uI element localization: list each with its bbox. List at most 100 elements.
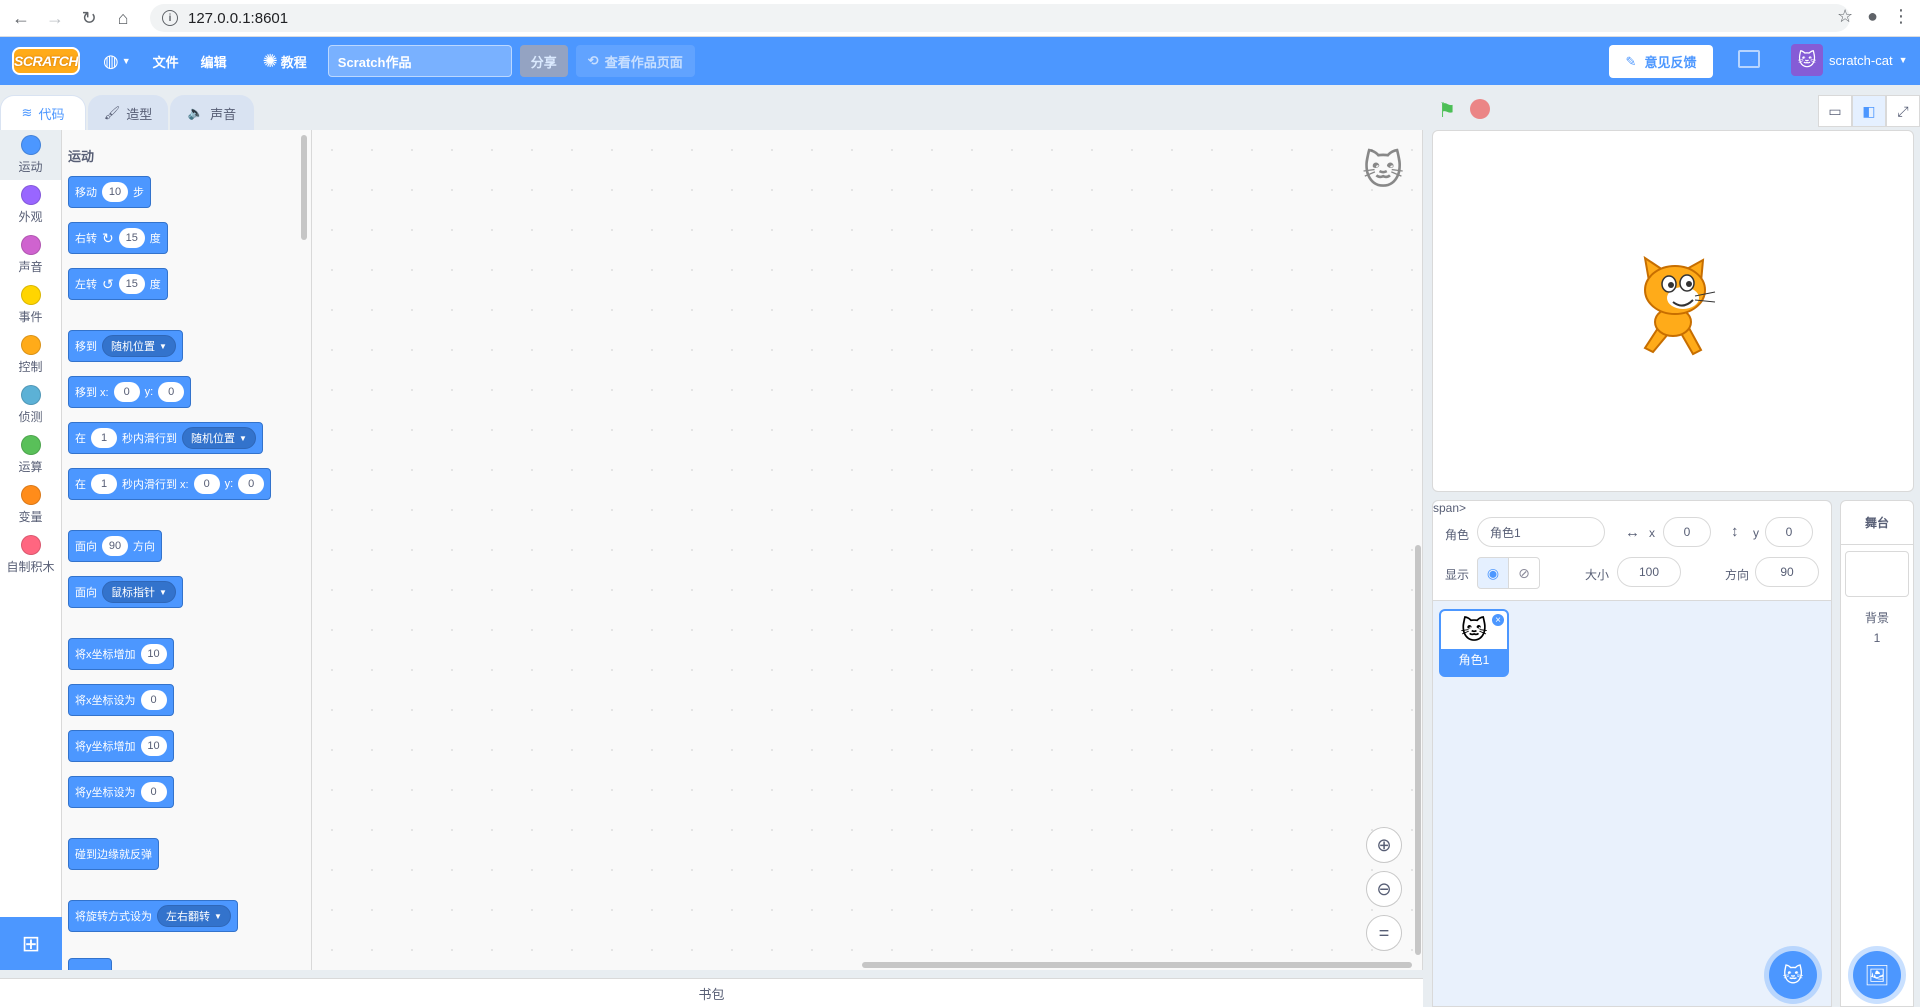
x-input[interactable]: 0 [193, 474, 220, 494]
fullscreen-button[interactable]: ⤢ [1886, 95, 1920, 127]
rotation-style-dropdown[interactable]: 左右翻转 ▼ [157, 905, 231, 927]
add-extension-button[interactable]: ⊞ [0, 917, 62, 970]
large-stage-button[interactable]: ◧ [1852, 95, 1886, 127]
y-input[interactable]: 0 [238, 474, 265, 494]
block-move-steps[interactable]: 移动 10 步 [68, 176, 151, 208]
script-workspace[interactable]: 🐱 ⊕ ⊖ = [312, 130, 1423, 970]
block-point-direction[interactable]: 面向 90 方向 [68, 530, 162, 562]
category-events[interactable]: 事件 [0, 280, 61, 330]
palette-scrollbar[interactable] [301, 135, 307, 240]
category-my-blocks[interactable]: 自制积木 [0, 530, 61, 580]
zoom-in-button[interactable]: ⊕ [1366, 827, 1402, 863]
workspace-horizontal-scrollbar[interactable] [862, 962, 1412, 968]
zoom-out-button[interactable]: ⊖ [1366, 871, 1402, 907]
category-looks[interactable]: 外观 [0, 180, 61, 230]
forward-arrow-icon[interactable]: → [42, 5, 68, 31]
block-set-y[interactable]: 将y坐标设为 0 [68, 776, 174, 808]
account-icon[interactable]: ● [1867, 6, 1878, 27]
number-input[interactable]: 0 [140, 782, 167, 802]
y-position-input[interactable]: 0 [1765, 517, 1813, 547]
project-title-input[interactable]: Scratch作品 [327, 45, 512, 77]
block-turn-left[interactable]: 左转 ↺ 15 度 [68, 268, 168, 300]
backpack-header[interactable]: 书包 [0, 978, 1423, 1007]
eye-slash-icon: ⊘ [1518, 564, 1530, 581]
account-menu[interactable]: 🐱 scratch-cat ▼ [1791, 44, 1908, 76]
category-variables[interactable]: 变量 [0, 480, 61, 530]
block-turn-right[interactable]: 右转 ↻ 15 度 [68, 222, 168, 254]
reload-icon[interactable]: ↻ [76, 5, 102, 31]
target-dropdown[interactable]: 随机位置 ▼ [102, 335, 176, 357]
sprite-name-input[interactable]: 角色1 [1477, 517, 1605, 547]
block-point-towards[interactable]: 面向 鼠标指针 ▼ [68, 576, 183, 608]
feedback-button[interactable]: ✎ 意见反馈 [1609, 45, 1713, 78]
block-glide[interactable]: 在 1 秒内滑行到 随机位置 ▼ [68, 422, 263, 454]
stage-target-pane[interactable]: 舞台 背景 1 🖼 [1840, 500, 1914, 1007]
tutorials-menu[interactable]: ✺ 教程 [252, 37, 318, 85]
small-stage-button[interactable]: ▭ [1818, 95, 1852, 127]
tab-costumes[interactable]: 🖌 造型 [88, 95, 168, 130]
number-input[interactable]: 10 [140, 644, 167, 664]
add-backdrop-button[interactable]: 🖼 [1853, 951, 1901, 999]
target-dropdown[interactable]: 随机位置 ▼ [182, 427, 256, 449]
target-dropdown[interactable]: 鼠标指针 ▼ [102, 581, 176, 603]
block-change-x[interactable]: 将x坐标增加 10 [68, 638, 174, 670]
see-project-page-button[interactable]: ⟲ 查看作品页面 [575, 45, 695, 77]
direction-input[interactable]: 90 [1755, 557, 1819, 587]
feedback-label: 意见反馈 [1644, 55, 1697, 70]
edit-menu[interactable]: 编辑 [190, 37, 238, 85]
category-color-dot [20, 385, 41, 405]
hide-sprite-button[interactable]: ⊘ [1508, 557, 1540, 589]
language-menu[interactable]: ◍ ▼ [92, 37, 142, 85]
folder-icon[interactable] [1738, 50, 1760, 68]
y-input[interactable]: 0 [158, 382, 185, 402]
cat-sprite[interactable] [1623, 256, 1723, 361]
show-sprite-button[interactable]: ◉ [1477, 557, 1509, 589]
delete-sprite-icon[interactable]: × [1491, 613, 1505, 627]
scratch-logo[interactable]: SCRATCH [12, 47, 80, 75]
zoom-reset-button[interactable]: = [1366, 915, 1402, 951]
workspace-vertical-scrollbar[interactable] [1415, 545, 1421, 955]
block-bounce-on-edge[interactable]: 碰到边缘就反弹 [68, 838, 159, 870]
stage-thumbnail[interactable] [1845, 551, 1909, 597]
block-set-rotation-style[interactable]: 将旋转方式设为 左右翻转 ▼ [68, 900, 238, 932]
address-bar[interactable]: i 127.0.0.1:8601 [150, 4, 1850, 32]
avatar: 🐱 [1791, 44, 1823, 76]
number-input[interactable]: 10 [140, 736, 167, 756]
category-sound[interactable]: 声音 [0, 230, 61, 280]
number-input[interactable]: 15 [118, 274, 145, 294]
block-palette: 运动 移动 10 步 右转 ↻ 15 度 左转 ↺ 15 度 移到 随机位置 ▼ … [62, 130, 312, 970]
more-menu-icon[interactable]: ⋮ [1892, 6, 1910, 27]
number-input[interactable]: 0 [140, 690, 167, 710]
add-sprite-button[interactable]: 🐱 [1769, 951, 1817, 999]
block-partial[interactable] [68, 958, 112, 970]
home-icon[interactable]: ⌂ [110, 5, 136, 31]
seconds-input[interactable]: 1 [91, 428, 117, 448]
seconds-input[interactable]: 1 [91, 474, 117, 494]
back-arrow-icon[interactable]: ← [8, 5, 34, 31]
x-position-input[interactable]: 0 [1663, 517, 1711, 547]
file-menu[interactable]: 文件 [142, 37, 190, 85]
x-input[interactable]: 0 [113, 382, 140, 402]
category-sensing[interactable]: 侦测 [0, 380, 61, 430]
block-goto[interactable]: 移到 随机位置 ▼ [68, 330, 183, 362]
star-icon[interactable]: ☆ [1837, 6, 1853, 27]
size-input[interactable]: 100 [1617, 557, 1681, 587]
block-glide-xy[interactable]: 在 1 秒内滑行到 x: 0 y: 0 [68, 468, 272, 500]
tab-code[interactable]: ≋ 代码 [0, 95, 86, 130]
info-icon[interactable]: i [162, 10, 178, 26]
number-input[interactable]: 10 [102, 182, 128, 202]
stop-icon[interactable] [1470, 99, 1490, 119]
category-control[interactable]: 控制 [0, 330, 61, 380]
block-change-y[interactable]: 将y坐标增加 10 [68, 730, 174, 762]
category-motion[interactable]: 运动 [0, 130, 61, 180]
green-flag-icon[interactable]: ⚑ [1438, 98, 1462, 122]
category-operators[interactable]: 运算 [0, 430, 61, 480]
block-goto-xy[interactable]: 移到 x: 0 y: 0 [68, 376, 192, 408]
number-input[interactable]: 15 [118, 228, 145, 248]
tab-sounds[interactable]: 🔈 声音 [170, 95, 254, 130]
sprite-tile[interactable]: 🐱 角色1 × [1439, 609, 1509, 677]
angle-input[interactable]: 90 [102, 536, 128, 556]
stage-canvas[interactable] [1432, 130, 1914, 492]
share-button[interactable]: 分享 [519, 45, 568, 77]
block-set-x[interactable]: 将x坐标设为 0 [68, 684, 174, 716]
